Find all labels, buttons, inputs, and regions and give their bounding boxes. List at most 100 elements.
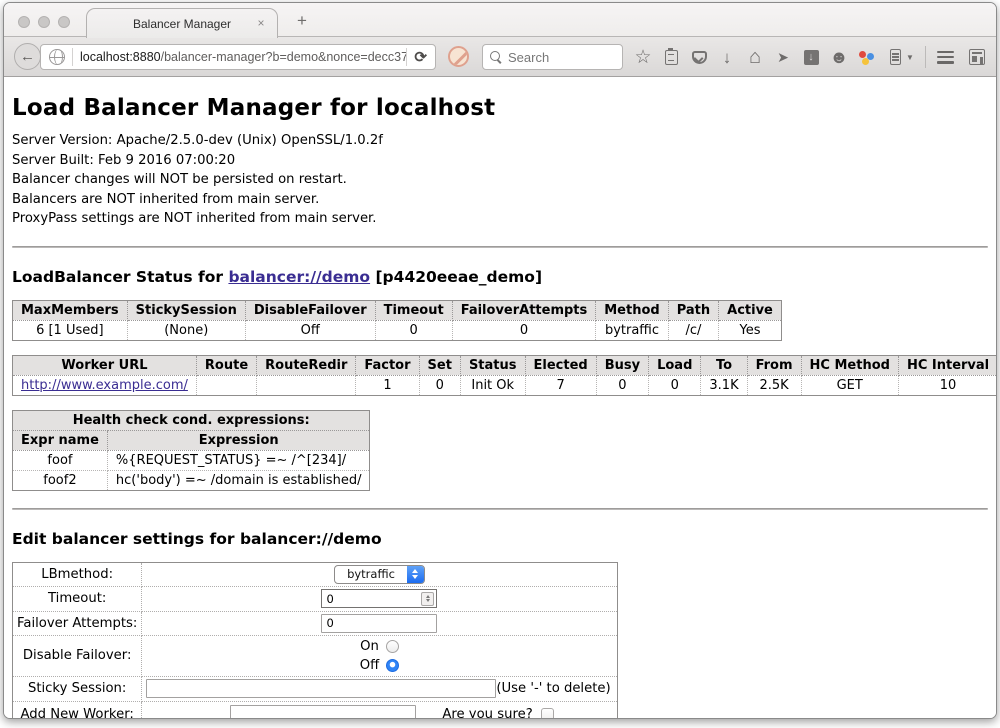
- failover-on-radio[interactable]: [386, 640, 399, 653]
- search-icon: [490, 51, 502, 63]
- page-title: Load Balancer Manager for localhost: [12, 95, 988, 121]
- timeout-value: 0: [326, 592, 333, 606]
- col-expression: Expression: [107, 430, 370, 450]
- close-window-button[interactable]: [18, 16, 30, 28]
- col-maxmembers: MaxMembers: [13, 300, 128, 320]
- col-from: From: [747, 355, 801, 375]
- off-label: Off: [360, 657, 379, 674]
- navigation-toolbar: ← localhost:8880/balancer-manager?b=demo…: [4, 37, 996, 77]
- search-placeholder: Search: [508, 50, 549, 65]
- disable-failover-label: Disable Failover:: [13, 635, 142, 676]
- col-routeredir: RouteRedir: [257, 355, 356, 375]
- health-check-table: Health check cond. expressions: Expr nam…: [12, 410, 370, 491]
- failover-off-radio[interactable]: [386, 659, 399, 672]
- pocket-icon[interactable]: [686, 37, 712, 77]
- reload-icon[interactable]: ⟳: [406, 48, 435, 66]
- timeout-input[interactable]: 0: [321, 589, 437, 608]
- zoom-window-button[interactable]: [58, 16, 70, 28]
- hc-table-title: Health check cond. expressions:: [13, 410, 370, 430]
- container-dropdown-caret-icon[interactable]: ▼: [902, 37, 918, 77]
- timeout-label: Timeout:: [13, 586, 142, 611]
- col-busy: Busy: [596, 355, 648, 375]
- tab-close-icon[interactable]: ×: [254, 16, 268, 30]
- send-tab-icon[interactable]: ➤: [770, 37, 796, 77]
- back-button[interactable]: ←: [14, 43, 41, 70]
- col-stickysession: StickySession: [127, 300, 245, 320]
- add-new-worker-input[interactable]: [230, 705, 416, 719]
- col-timeout: Timeout: [375, 300, 452, 320]
- col-load: Load: [649, 355, 701, 375]
- window-controls: [18, 16, 70, 28]
- url-text: localhost:8880/balancer-manager?b=demo&n…: [80, 50, 406, 64]
- blocked-content-icon[interactable]: [448, 46, 469, 67]
- col-factor: Factor: [356, 355, 419, 375]
- chat-smiley-icon[interactable]: ☻: [826, 37, 852, 77]
- url-bar[interactable]: localhost:8880/balancer-manager?b=demo&n…: [40, 44, 436, 70]
- balancer-status-table: MaxMembers StickySession DisableFailover…: [12, 300, 782, 341]
- edit-settings-heading: Edit balancer settings for balancer://de…: [12, 530, 988, 548]
- bookmark-star-icon[interactable]: ☆: [630, 37, 656, 77]
- number-stepper-icon[interactable]: [421, 592, 434, 606]
- search-bar[interactable]: Search: [482, 44, 623, 70]
- hc-row: foof %{REQUEST_STATUS} =~ /^[234]/: [13, 450, 370, 470]
- menu-hamburger-icon[interactable]: [932, 37, 958, 77]
- on-label: On: [360, 638, 379, 655]
- col-to: To: [701, 355, 747, 375]
- failover-attempts-input[interactable]: [321, 614, 437, 633]
- col-elected: Elected: [525, 355, 596, 375]
- col-active: Active: [719, 300, 782, 320]
- status-heading: LoadBalancer Status for balancer://demo …: [12, 268, 988, 286]
- col-path: Path: [668, 300, 718, 320]
- downloads-icon[interactable]: ↓: [714, 37, 740, 77]
- globe-icon: [49, 49, 65, 65]
- col-worker-url: Worker URL: [13, 355, 197, 375]
- balancer-settings-form: LBmethod: bytraffic Timeout: 0: [12, 562, 618, 719]
- lbmethod-selected-value: bytraffic: [335, 566, 407, 583]
- url-host: localhost:8880: [80, 50, 161, 64]
- worker-table: Worker URL Route RouteRedir Factor Set S…: [12, 355, 996, 396]
- notice-proxypass: ProxyPass settings are NOT inherited fro…: [12, 209, 988, 229]
- add-new-worker-label: Add New Worker:: [13, 701, 142, 718]
- server-built: Server Built: Feb 9 2016 07:00:20: [12, 151, 988, 171]
- reader-grid-icon[interactable]: [964, 37, 990, 77]
- save-to-device-icon[interactable]: ↓: [798, 37, 824, 77]
- reading-list-icon[interactable]: [658, 37, 684, 77]
- col-expr-name: Expr name: [13, 430, 108, 450]
- lbmethod-select[interactable]: bytraffic: [334, 565, 425, 584]
- server-version: Server Version: Apache/2.5.0-dev (Unix) …: [12, 131, 988, 151]
- balancer-row: 6 [1 Used] (None) Off 0 0 bytraffic /c/ …: [13, 320, 782, 340]
- sticky-session-input[interactable]: [146, 679, 496, 698]
- are-you-sure-label: Are you sure?: [442, 707, 532, 719]
- minimize-window-button[interactable]: [38, 16, 50, 28]
- col-hc-method: HC Method: [801, 355, 898, 375]
- col-status: Status: [460, 355, 525, 375]
- divider: [12, 246, 988, 248]
- sticky-session-hint: (Use '-' to delete): [496, 681, 612, 696]
- hc-row: foof2 hc('body') =~ /domain is establish…: [13, 470, 370, 490]
- select-stepper-icon: [407, 566, 424, 583]
- browser-window: Balancer Manager × + ← localhost:8880/ba…: [3, 2, 997, 719]
- tab-bar: Balancer Manager × +: [4, 3, 996, 37]
- worker-url-link[interactable]: http://www.example.com/: [21, 378, 188, 393]
- col-hc-interval: HC Interval: [898, 355, 996, 375]
- failover-attempts-label: Failover Attempts:: [13, 611, 142, 635]
- balancer-link[interactable]: balancer://demo: [228, 268, 370, 286]
- lbmethod-label: LBmethod:: [13, 562, 142, 586]
- worker-row: http://www.example.com/ 1 0 Init Ok 7 0 …: [13, 375, 997, 395]
- col-method: Method: [596, 300, 668, 320]
- extension-dots-icon[interactable]: [854, 37, 880, 77]
- tab-title: Balancer Manager: [133, 17, 231, 31]
- sticky-session-label: Sticky Session:: [13, 676, 142, 701]
- are-you-sure-checkbox[interactable]: [541, 708, 554, 719]
- notice-persist: Balancer changes will NOT be persisted o…: [12, 170, 988, 190]
- url-path: /balancer-manager?b=demo&nonce=decc37be-…: [161, 50, 407, 64]
- col-route: Route: [196, 355, 256, 375]
- home-icon[interactable]: ⌂: [742, 37, 768, 77]
- col-failoverattempts: FailoverAttempts: [452, 300, 596, 320]
- divider: [12, 508, 988, 510]
- col-disablefailover: DisableFailover: [245, 300, 375, 320]
- col-set: Set: [419, 355, 460, 375]
- new-tab-button[interactable]: +: [290, 11, 314, 31]
- tab-balancer-manager[interactable]: Balancer Manager ×: [86, 8, 278, 38]
- page-content: Load Balancer Manager for localhost Serv…: [4, 79, 996, 718]
